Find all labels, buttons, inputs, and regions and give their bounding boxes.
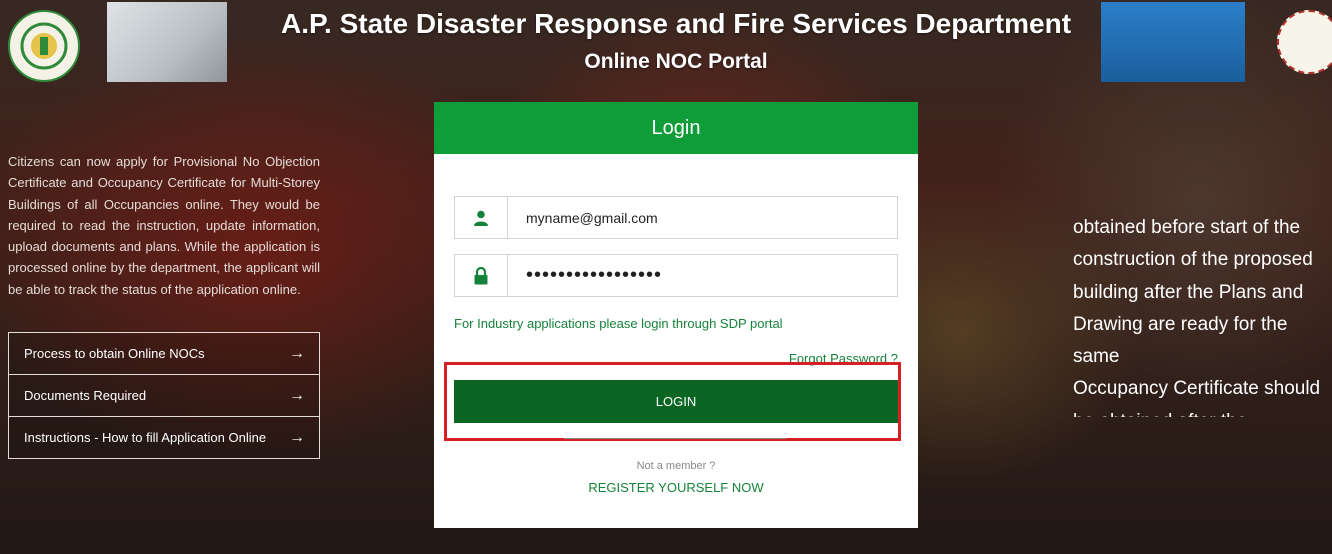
login-button[interactable]: LOGIN xyxy=(454,380,898,423)
info-line: be obtained after the xyxy=(1073,406,1332,417)
arrow-right-icon: → xyxy=(289,386,305,404)
forgot-password-link[interactable]: Forgot Password ? xyxy=(789,351,898,366)
info-scroller: obtained before start of the constructio… xyxy=(1073,212,1332,417)
lock-icon xyxy=(455,255,508,296)
login-card: Login For Industry applications please l… xyxy=(434,102,918,528)
side-link-label: Process to obtain Online NOCs xyxy=(24,346,205,361)
info-line: same xyxy=(1073,346,1120,368)
intro-text: Citizens can now apply for Provisional N… xyxy=(8,154,320,297)
info-line: Occupancy Certificate should xyxy=(1073,378,1321,400)
info-line: Drawing are ready for the xyxy=(1073,313,1288,335)
info-bullet-item: • Occupancy Certificate should xyxy=(1073,373,1332,405)
arrow-right-icon: → xyxy=(289,428,305,446)
documents-required-link[interactable]: Documents Required → xyxy=(8,375,320,417)
not-member-text: Not a member ? xyxy=(636,460,716,472)
minister-photo xyxy=(1101,2,1245,82)
email-field xyxy=(454,196,898,239)
info-line: building after the Plans and xyxy=(1073,281,1304,303)
password-input[interactable] xyxy=(508,255,897,296)
info-line: construction of the proposed xyxy=(1073,249,1313,271)
divider xyxy=(564,438,786,439)
side-link-label: Documents Required xyxy=(24,388,147,403)
email-input[interactable] xyxy=(508,197,897,238)
arrow-right-icon: → xyxy=(289,344,305,362)
side-links: Process to obtain Online NOCs → Document… xyxy=(8,332,320,459)
info-line: obtained before start of the xyxy=(1073,217,1301,238)
industry-sdp-link[interactable]: For Industry applications please login t… xyxy=(454,316,783,331)
process-nocs-link[interactable]: Process to obtain Online NOCs → xyxy=(8,332,320,375)
password-field xyxy=(454,254,898,297)
fire-services-emblem-logo xyxy=(1277,10,1332,74)
side-link-label: Instructions - How to fill Application O… xyxy=(24,430,267,445)
user-icon xyxy=(455,197,508,238)
register-link[interactable]: REGISTER YOURSELF NOW xyxy=(434,480,918,495)
login-card-title: Login xyxy=(434,102,918,154)
instructions-link[interactable]: Instructions - How to fill Application O… xyxy=(8,417,320,459)
